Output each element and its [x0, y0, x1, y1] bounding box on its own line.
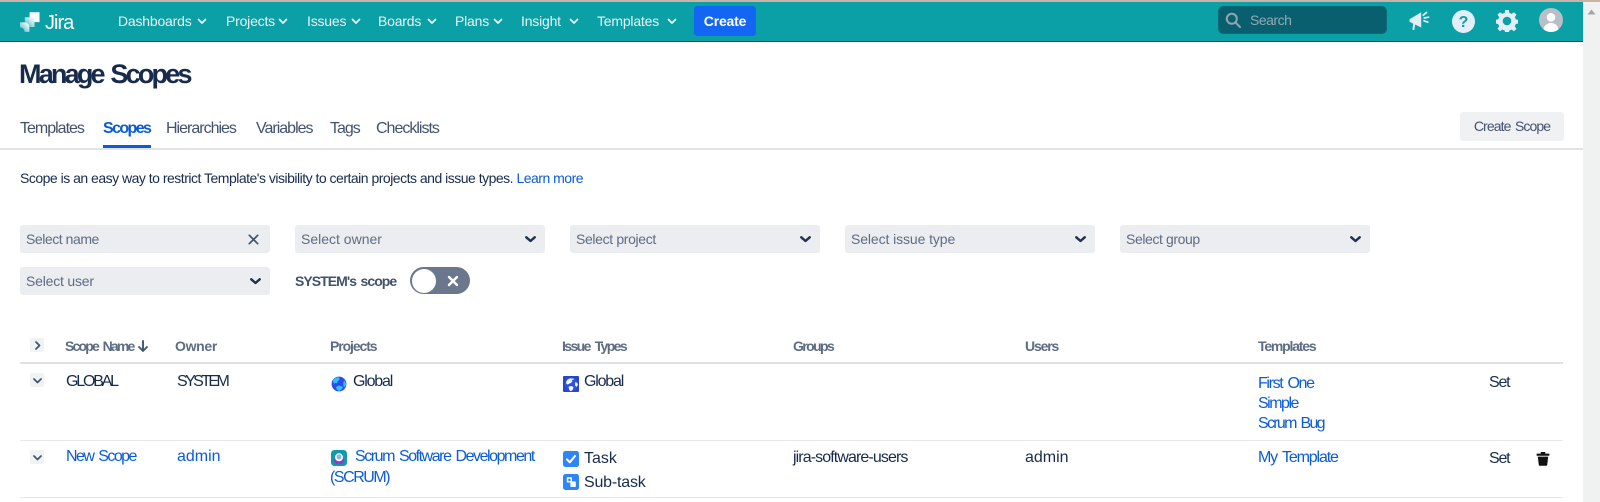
svg-text:?: ?	[1459, 14, 1469, 31]
